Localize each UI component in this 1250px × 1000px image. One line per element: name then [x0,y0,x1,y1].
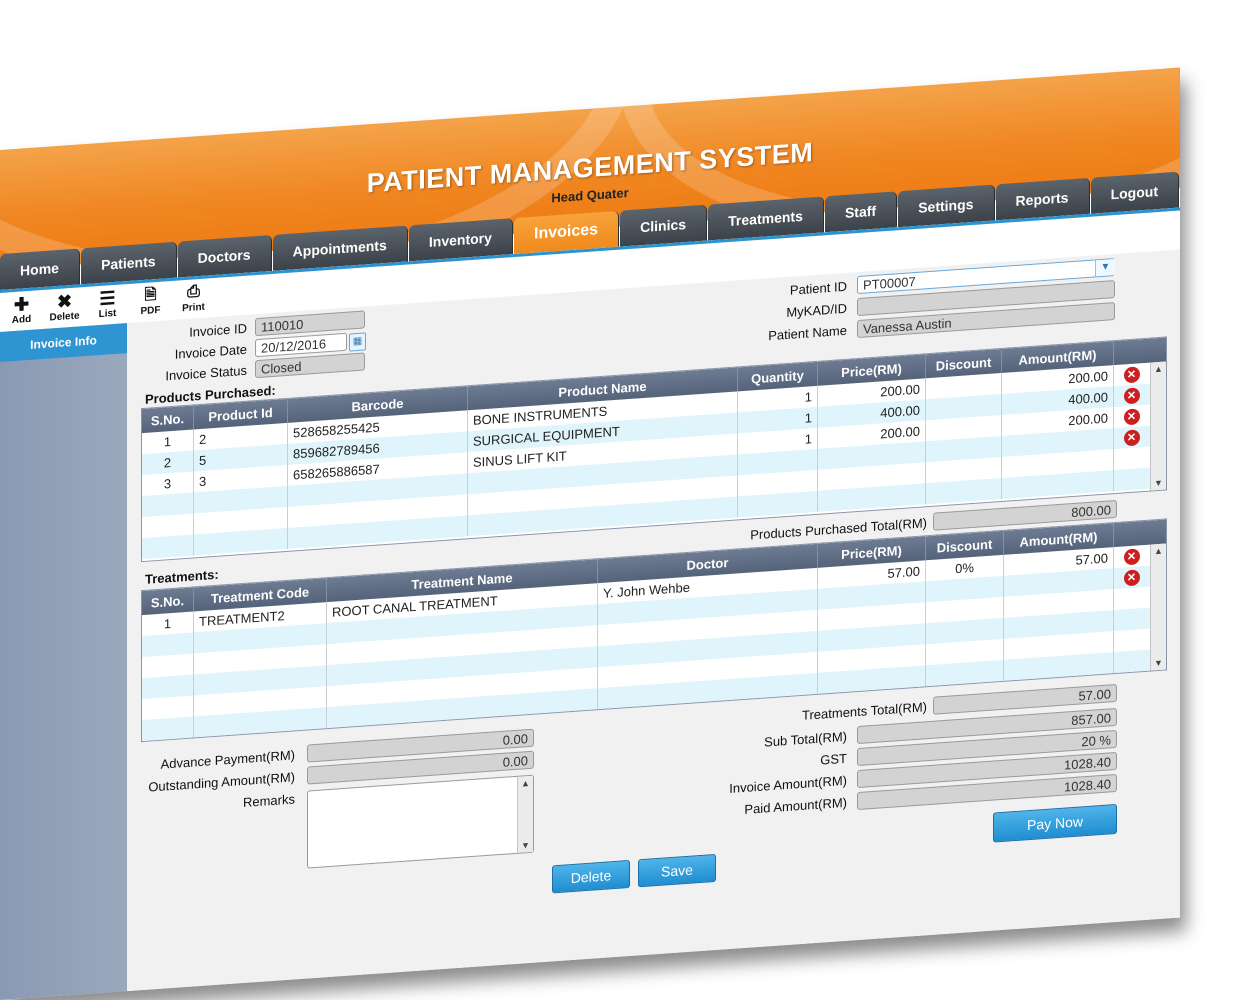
scroll-up-icon[interactable]: ▲ [1151,361,1166,376]
invoice-status-label: Invoice Status [165,362,247,384]
invoice-id-label: Invoice ID [189,320,247,340]
nav-clinics[interactable]: Clinics [620,204,708,247]
list-label: List [98,307,117,321]
scroll-up-icon[interactable]: ▲ [1151,543,1166,558]
remove-row-icon[interactable]: ✕ [1123,365,1140,383]
add-button[interactable]: ✚ Add [0,293,43,330]
plus-icon: ✚ [13,293,30,316]
calendar-icon[interactable]: ▦ [349,332,366,352]
delete-toolbar-button[interactable]: ✖ Delete [43,290,86,327]
scroll-up-icon[interactable]: ▲ [518,776,533,791]
remove-row-icon[interactable]: ✕ [1123,547,1140,565]
add-label: Add [11,313,32,327]
scroll-down-icon[interactable]: ▼ [518,838,533,853]
patient-id-label: Patient ID [789,278,847,298]
print-label: Print [182,301,205,315]
list-icon: ☰ [99,287,116,310]
sidebar: Invoice Info [0,323,127,1000]
remarks-label: Remarks [242,791,295,811]
delete-label: Delete [49,310,80,324]
remove-row-icon[interactable]: ✕ [1123,407,1140,425]
screenshot-stage: PATIENT MANAGEMENT SYSTEM Head Quater Ho… [0,0,1250,1000]
delete-button[interactable]: Delete [552,859,630,894]
sidebar-item-invoice-info[interactable]: Invoice Info [0,323,127,362]
x-icon: ✖ [56,290,73,313]
paid-amount-label: Paid Amount(RM) [744,794,847,817]
scroll-down-icon[interactable]: ▼ [1151,655,1166,670]
products-scrollbar[interactable]: ▲ ▼ [1150,361,1166,491]
print-button[interactable]: ⎙ Print [172,281,215,318]
pdf-icon: 🗎 [144,286,157,304]
remarks-textarea[interactable]: ▲ ▼ [307,774,534,869]
col-actions [1114,338,1164,365]
pdf-label: PDF [140,304,161,318]
nav-home[interactable]: Home [0,248,81,290]
remove-row-icon[interactable]: ✕ [1123,568,1140,586]
invoice-form: Invoice ID 110010 Invoice Date 20/12/201… [127,249,1180,992]
remove-row-icon[interactable]: ✕ [1123,386,1140,404]
pay-now-button[interactable]: Pay Now [993,803,1117,843]
printer-icon: ⎙ [187,283,200,301]
invoice-status-field[interactable]: Closed [255,352,365,379]
nav-logout[interactable]: Logout [1090,171,1180,214]
remove-row-icon[interactable]: ✕ [1123,428,1140,446]
gst-label: GST [820,750,847,768]
invoice-date-label: Invoice Date [174,341,247,362]
mykad-label: MyKAD/ID [786,300,847,321]
invoice-id-field[interactable]: 110010 [255,310,365,337]
save-button[interactable]: Save [638,853,716,888]
chevron-down-icon[interactable]: ▼ [1095,259,1115,277]
invoice-date-field[interactable]: 20/12/2016 [255,332,347,358]
scroll-down-icon[interactable]: ▼ [1151,475,1166,490]
patient-name-label: Patient Name [768,322,847,344]
treatments-scrollbar[interactable]: ▲ ▼ [1150,543,1166,671]
remarks-scrollbar[interactable]: ▲ ▼ [517,775,533,853]
list-button[interactable]: ☰ List [86,287,129,324]
nav-staff[interactable]: Staff [824,191,898,233]
app-window: PATIENT MANAGEMENT SYSTEM Head Quater Ho… [0,67,1180,1000]
invoice-amount-label: Invoice Amount(RM) [729,772,847,797]
pdf-button[interactable]: 🗎 PDF [129,284,172,321]
subtotal-label: Sub Total(RM) [764,728,847,750]
treatments-section-label: Treatments: [145,566,219,587]
